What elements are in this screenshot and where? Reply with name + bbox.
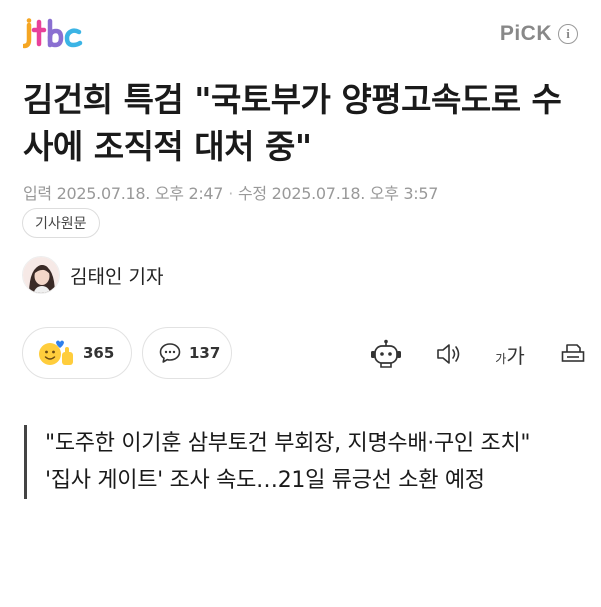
font-size-big-glyph: 가 — [506, 343, 525, 368]
modified-time: 2025.07.18. 오후 3:57 — [271, 184, 439, 203]
pick-badge[interactable]: PiCK i — [500, 22, 578, 46]
modified-label: 수정 — [237, 184, 267, 203]
summary-bot-icon — [371, 339, 401, 368]
print-button[interactable] — [558, 338, 588, 370]
font-size-icon: 가가 — [495, 340, 524, 369]
article-summary-quote: "도주한 이기훈 삼부토건 부회장, 지명수배·구인 조치" '집사 게이트' … — [24, 425, 584, 499]
print-icon — [561, 344, 585, 362]
original-article-button[interactable]: 기사원문 — [22, 208, 100, 238]
author-name[interactable]: 김태인 기자 — [70, 262, 163, 289]
jtbc-logo[interactable] — [23, 18, 85, 50]
summary-bot-button[interactable] — [368, 338, 404, 370]
summary-line: "도주한 이기훈 삼부토건 부회장, 지명수배·구인 조치" — [45, 431, 531, 456]
comment-icon — [159, 343, 181, 363]
reaction-count: 365 — [83, 344, 115, 362]
comment-count: 137 — [189, 344, 221, 362]
article-timestamps: 입력 2025.07.18. 오후 2:47 · 수정 2025.07.18. 오후… — [23, 180, 438, 204]
author-byline[interactable]: 김태인 기자 — [22, 256, 163, 294]
text-to-speech-icon — [437, 344, 460, 364]
info-icon[interactable]: i — [558, 24, 578, 44]
reaction-button[interactable]: 365 — [22, 327, 132, 379]
author-avatar[interactable] — [22, 256, 60, 294]
article-headline: 김건희 특검 "국토부가 양평고속도로 수사에 조직적 대처 중" — [23, 80, 562, 166]
emoji-reaction-icon — [39, 340, 73, 365]
font-size-button[interactable]: 가가 — [490, 338, 530, 370]
text-to-speech-button[interactable] — [432, 338, 466, 370]
font-size-small-glyph: 가 — [495, 351, 507, 366]
summary-line: '집사 게이트' 조사 속도…21일 류긍선 소환 예정 — [45, 468, 485, 493]
separator-dot: · — [228, 184, 233, 203]
site-header: PiCK i — [0, 0, 601, 70]
pick-label: PiCK — [499, 22, 552, 45]
comment-button[interactable]: 137 — [142, 327, 232, 379]
published-label: 입력 — [23, 184, 52, 203]
published-time: 2025.07.18. 오후 2:47 — [56, 184, 224, 203]
